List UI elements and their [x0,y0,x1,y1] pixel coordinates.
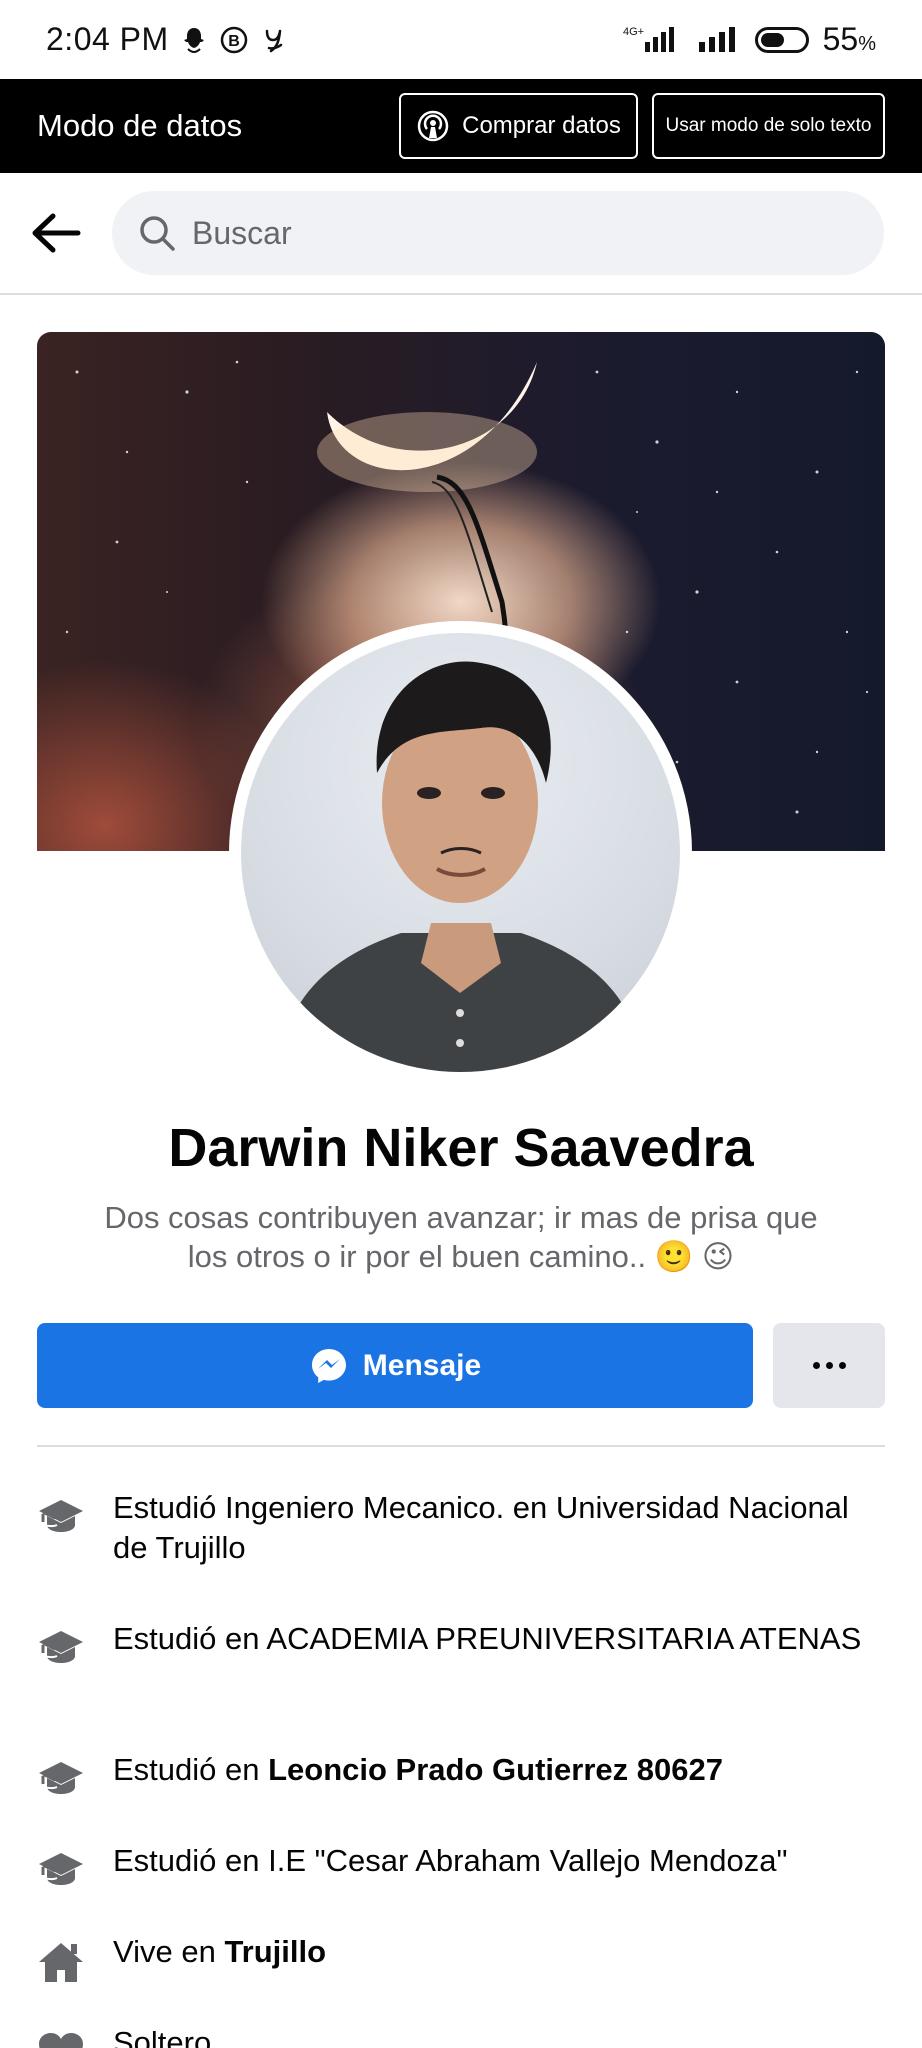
profile-avatar[interactable] [229,621,692,1084]
profile-photo [241,633,680,1072]
intro-item-link[interactable]: Trujillo [224,1934,326,1969]
intro-item-location: Vive en Trujillo [37,1932,885,2023]
signal-4g-icon: 4G+ [623,24,683,56]
battery-percent: 55% [822,21,876,57]
text-only-mode-label: Usar modo de solo texto [665,115,872,136]
intro-item-link[interactable]: Leoncio Prado Gutierrez 80627 [268,1752,723,1787]
intro-item-education: Estudió Ingeniero Mecanico. en Universid… [37,1488,885,1619]
more-dot-icon [838,1362,846,1369]
data-mode-bar: Modo de datos Comprar datos Usar modo de… [0,79,922,173]
intro-item-education: Estudió en Leoncio Prado Gutierrez 80627 [37,1750,885,1841]
intro-item-text: Estudió en ACADEMIA PREUNIVERSITARIA ATE… [113,1621,862,1656]
intro-item-education: Estudió en ACADEMIA PREUNIVERSITARIA ATE… [37,1619,885,1750]
graduation-cap-icon [37,1619,113,1667]
profile-bio-line-2: los otros o ir por el buen camino.. 🙂 😉 [187,1239,735,1274]
intro-item-text: Vive en Trujillo [113,1934,327,1969]
search-field[interactable] [112,191,884,275]
yape-icon [259,25,289,55]
status-left: 2:04 PM B [46,21,289,58]
back-button[interactable] [0,173,112,293]
profile-photo-art [281,661,641,1072]
data-mode-title: Modo de datos [37,108,243,143]
intro-item-text: Estudió en Leoncio Prado Gutierrez 80627 [113,1752,723,1787]
intro-item-text: Estudió en I.E "Cesar Abraham Vallejo Me… [113,1843,788,1878]
more-dot-icon [825,1362,833,1369]
back-arrow-icon [32,213,81,253]
profile-name: Darwin Niker Saavedra [168,1118,754,1178]
buy-data-button[interactable]: Comprar datos [399,93,638,159]
intro-list: Estudió Ingeniero Mecanico. en Universid… [37,1488,885,2048]
intro-item-relationship: Soltero [37,2023,885,2048]
message-button-label: Mensaje [362,1348,482,1382]
profile-actions: Mensaje [37,1323,885,1408]
search-icon [140,216,175,251]
divider [37,1445,885,1447]
messenger-icon [311,1348,346,1383]
more-options-button[interactable] [773,1323,885,1408]
profile-bio: Dos cosas contribuyen avanzar; ir mas de… [80,1198,842,1276]
more-dot-icon [812,1362,820,1369]
text-only-mode-button[interactable]: Usar modo de solo texto [652,93,885,159]
search-header [0,173,922,295]
broadcast-icon [417,110,449,142]
battery-icon [754,26,809,53]
intro-item-text: Soltero [113,2025,212,2048]
intro-item-text: Estudió Ingeniero Mecanico. en Universid… [113,1490,849,1565]
home-icon [37,1932,113,1984]
intro-item-education: Estudió en I.E "Cesar Abraham Vallejo Me… [37,1841,885,1932]
graduation-cap-icon [37,1841,113,1889]
b-circle-icon: B [219,25,249,55]
network-label: 4G+ [623,26,644,38]
graduation-cap-icon [37,1750,113,1798]
status-bar: 2:04 PM B 4G+ 55% [0,0,922,79]
graduation-cap-icon [37,1488,113,1536]
status-time: 2:04 PM [46,21,169,57]
heart-icon [37,2023,113,2048]
search-input[interactable] [192,214,792,252]
svg-text:B: B [228,33,240,50]
status-right: 4G+ 55% [623,21,876,58]
profile-bio-line-1: Dos cosas contribuyen avanzar; ir mas de… [104,1200,818,1235]
message-button[interactable]: Mensaje [37,1323,753,1408]
snapchat-icon [179,25,209,55]
signal-icon [697,24,741,56]
buy-data-label: Comprar datos [462,112,621,139]
